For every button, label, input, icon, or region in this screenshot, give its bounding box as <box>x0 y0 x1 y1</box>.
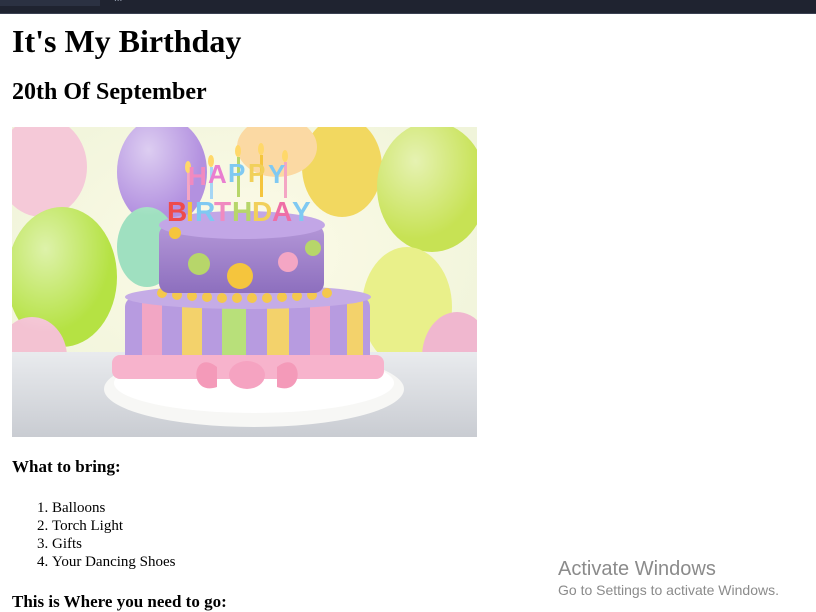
svg-text:A: A <box>272 196 292 227</box>
list-item: Torch Light <box>52 517 802 535</box>
watermark-subtitle: Go to Settings to activate Windows. <box>558 582 779 598</box>
svg-text:Y: Y <box>292 196 311 227</box>
browser-tab[interactable] <box>0 0 100 6</box>
birthday-cake-image: H A P P Y B I R T H D A Y <box>12 127 477 437</box>
browser-top-bar: ... <box>0 0 816 14</box>
svg-text:T: T <box>214 196 231 227</box>
svg-text:P: P <box>248 158 265 188</box>
activate-windows-watermark: Activate Windows Go to Settings to activ… <box>558 557 779 599</box>
svg-text:D: D <box>252 196 272 227</box>
event-date: 20th Of September <box>12 79 207 105</box>
svg-text:I: I <box>186 196 194 227</box>
svg-text:H: H <box>232 196 252 227</box>
page-title: It's My Birthday <box>12 23 242 59</box>
list-item: Gifts <box>52 535 802 553</box>
list-item: Balloons <box>52 499 802 517</box>
svg-text:B: B <box>167 196 187 227</box>
bring-heading: What to bring: <box>12 457 121 476</box>
svg-text:Y: Y <box>268 159 285 189</box>
page-content: It's My Birthday 20th Of September H A P… <box>12 14 802 612</box>
address-bar-text[interactable]: ... <box>114 0 122 4</box>
svg-text:A: A <box>208 159 227 189</box>
svg-text:R: R <box>195 196 215 227</box>
watermark-title: Activate Windows <box>558 558 716 580</box>
svg-text:H: H <box>188 161 207 191</box>
svg-text:P: P <box>228 158 245 188</box>
